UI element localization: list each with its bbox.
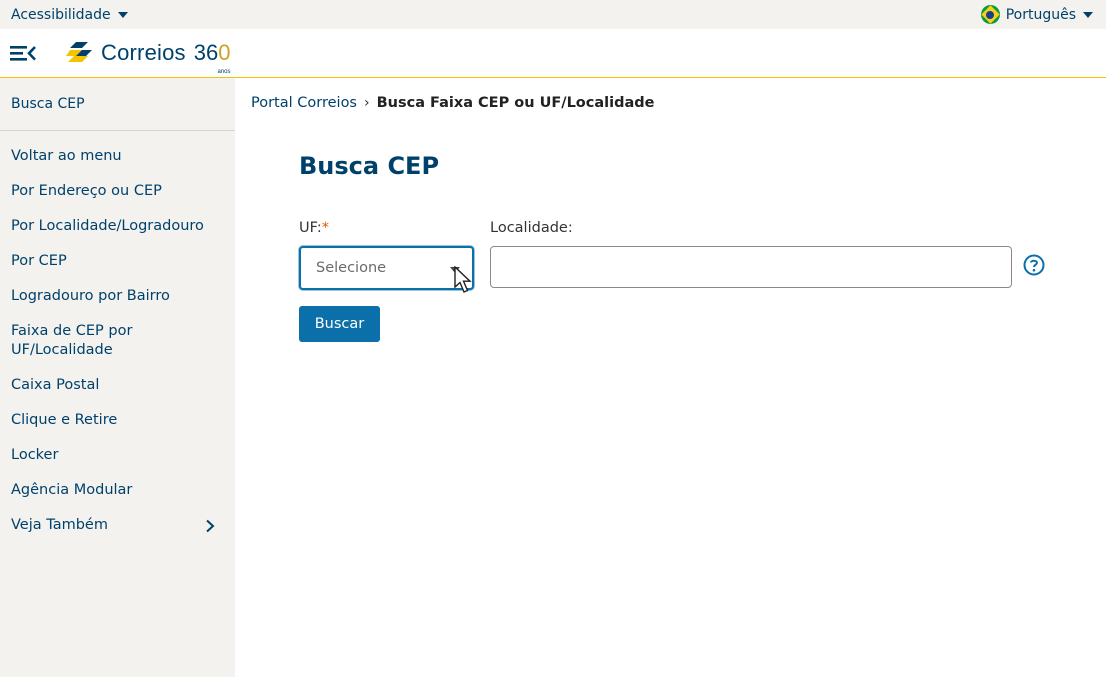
breadcrumb-separator-icon: › xyxy=(364,95,370,111)
site-header: Correios 360 anos xyxy=(0,29,1106,78)
breadcrumb: Portal Correios › Busca Faixa CEP ou UF/… xyxy=(251,95,654,111)
sidebar-item-label: Agência Modular xyxy=(11,482,133,498)
sidebar-item-label: Por Endereço ou CEP xyxy=(11,183,162,199)
logo-number-o: 0 xyxy=(218,40,231,65)
correios-logo[interactable]: Correios 360 anos xyxy=(66,40,231,75)
logo-number: 36 xyxy=(193,40,219,65)
chevron-right-icon xyxy=(206,519,215,532)
sidebar-item-label: Clique e Retire xyxy=(11,412,118,428)
sidebar-item-agencia-modular[interactable]: Agência Modular xyxy=(0,481,235,500)
sidebar: Busca CEP Voltar ao menu Por Endereço ou… xyxy=(0,78,235,677)
sidebar-menu: Voltar ao menu Por Endereço ou CEP Por L… xyxy=(0,147,235,535)
sidebar-item-logradouro-bairro[interactable]: Logradouro por Bairro xyxy=(0,287,235,306)
uf-select-value: Selecione xyxy=(316,260,387,276)
sidebar-item-locker[interactable]: Locker xyxy=(0,446,235,465)
required-mark: * xyxy=(321,220,329,236)
uf-label-text: UF: xyxy=(299,220,322,236)
utility-bar: Acessibilidade Português xyxy=(0,0,1106,29)
correios-logo-icon xyxy=(66,42,92,62)
uf-label: UF:* xyxy=(299,220,329,236)
main-content: Portal Correios › Busca Faixa CEP ou UF/… xyxy=(235,78,1106,677)
language-label: Português xyxy=(1005,6,1076,23)
sidebar-item-endereco-cep[interactable]: Por Endereço ou CEP xyxy=(0,182,235,201)
brazil-flag-icon xyxy=(980,5,1000,24)
localidade-label: Localidade: xyxy=(490,220,573,236)
sidebar-item-veja-tambem[interactable]: Veja Também xyxy=(0,516,235,535)
logo-360: 360 anos xyxy=(193,40,231,75)
sidebar-item-voltar[interactable]: Voltar ao menu xyxy=(0,147,235,166)
sidebar-item-label: Faixa de CEP por UF/Localidade xyxy=(11,323,133,358)
logo-text: Correios xyxy=(101,40,186,65)
sidebar-item-label: Locker xyxy=(11,447,59,463)
buscar-button[interactable]: Buscar xyxy=(299,306,380,342)
sidebar-item-label: Caixa Postal xyxy=(11,377,100,393)
sidebar-item-caixa-postal[interactable]: Caixa Postal xyxy=(0,376,235,395)
language-selector[interactable]: Português xyxy=(980,5,1093,24)
sidebar-title[interactable]: Busca CEP xyxy=(0,78,235,131)
sidebar-item-label: Veja Também xyxy=(11,517,108,533)
sidebar-item-label: Voltar ao menu xyxy=(11,148,122,164)
accessibility-menu[interactable]: Acessibilidade xyxy=(11,7,128,23)
breadcrumb-root-link[interactable]: Portal Correios xyxy=(251,95,357,111)
accessibility-label: Acessibilidade xyxy=(11,6,111,23)
chevron-down-icon xyxy=(1083,11,1093,18)
sidebar-item-localidade-logradouro[interactable]: Por Localidade/Logradouro xyxy=(0,217,235,236)
sidebar-item-por-cep[interactable]: Por CEP xyxy=(0,252,235,271)
help-circle-icon[interactable] xyxy=(1023,254,1045,276)
logo-anos: anos xyxy=(217,69,231,75)
page-title: Busca CEP xyxy=(299,152,440,180)
menu-collapse-icon[interactable] xyxy=(10,43,37,63)
sidebar-item-clique-retire[interactable]: Clique e Retire xyxy=(0,411,235,430)
sidebar-item-label: Por CEP xyxy=(11,253,67,269)
localidade-input[interactable] xyxy=(490,246,1012,288)
dropdown-arrow-icon xyxy=(450,267,460,273)
sidebar-item-faixa-cep[interactable]: Faixa de CEP por UF/Localidade xyxy=(0,322,235,360)
sidebar-item-label: Logradouro por Bairro xyxy=(11,288,170,304)
sidebar-item-label: Por Localidade/Logradouro xyxy=(11,218,204,234)
chevron-down-icon xyxy=(117,11,128,18)
uf-select[interactable]: Selecione xyxy=(299,246,474,290)
breadcrumb-current: Busca Faixa CEP ou UF/Localidade xyxy=(376,95,655,111)
